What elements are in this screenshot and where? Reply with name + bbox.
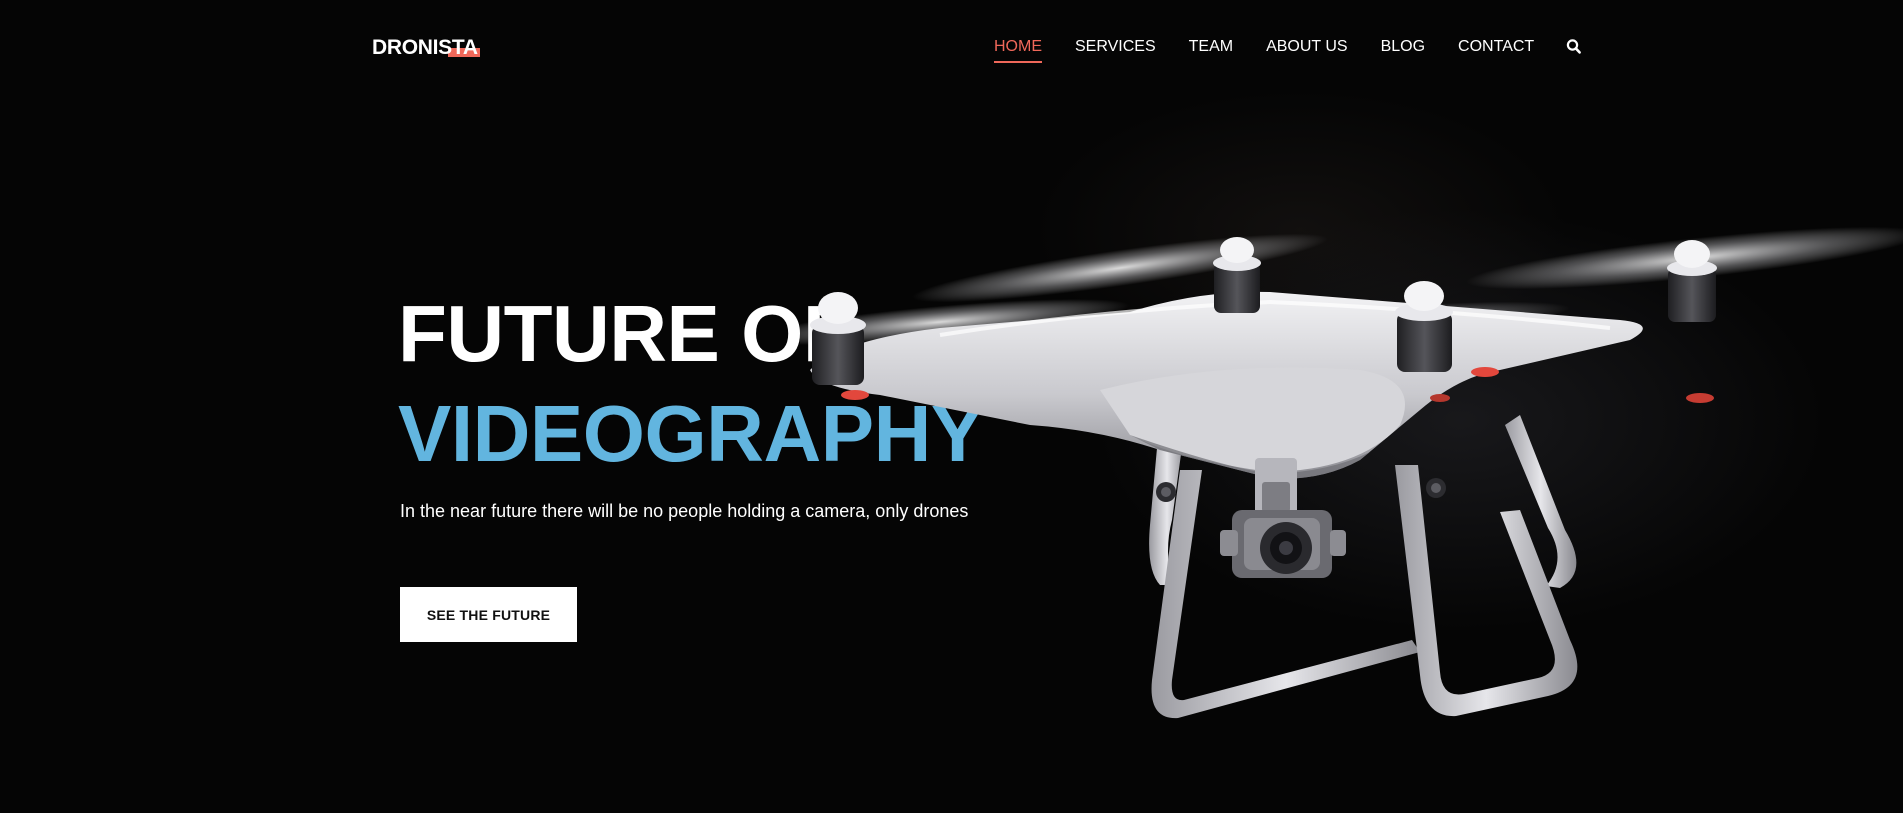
hero-headline-line1: FUTURE OF [398,289,852,378]
nav-item-team[interactable]: TEAM [1189,36,1233,58]
see-the-future-button[interactable]: SEE THE FUTURE [400,587,577,642]
search-icon[interactable] [1566,38,1582,56]
hero-section: DRONISTA HOME SERVICES TEAM ABOUT US BLO… [0,0,1903,813]
nav-item-blog[interactable]: BLOG [1381,36,1425,58]
brand-name: DRONISTA [372,36,478,59]
nav-item-about-us[interactable]: ABOUT US [1266,36,1348,58]
nav-item-home[interactable]: HOME [994,36,1042,63]
drone-image [800,226,1903,719]
brand-logo[interactable]: DRONISTA [372,36,480,62]
nav-item-services[interactable]: SERVICES [1075,36,1156,58]
nav-item-contact[interactable]: CONTACT [1458,36,1534,58]
main-nav: HOME SERVICES TEAM ABOUT US BLOG CONTACT [994,36,1582,63]
